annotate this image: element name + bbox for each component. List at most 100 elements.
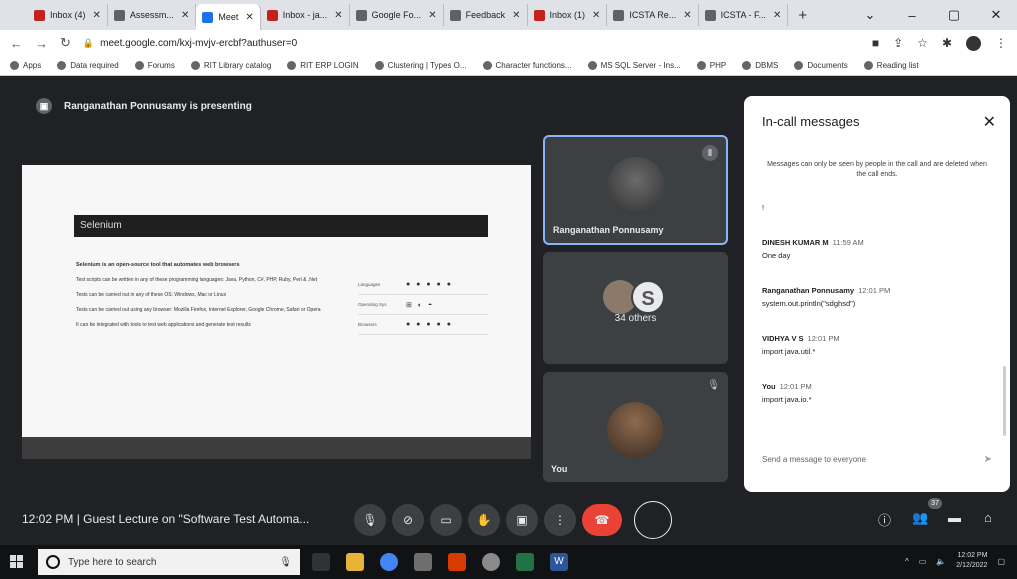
scrollbar[interactable] — [1003, 366, 1006, 436]
message-input[interactable]: Send a message to everyone ➤ — [762, 448, 992, 470]
camera-icon[interactable]: ■ — [872, 36, 879, 50]
chevron-up-icon[interactable]: ^ — [905, 557, 909, 566]
presenting-text: Ranganathan Ponnusamy is presenting — [64, 100, 252, 112]
browser-tab[interactable]: ICSTA - F... ✕ — [699, 4, 789, 26]
chat-icon[interactable]: ▬ — [948, 510, 961, 525]
participant-tile-others[interactable]: S 34 others — [543, 252, 728, 364]
message-text: system.out.println("sdghsd") — [762, 299, 856, 308]
bookmark-item[interactable]: Documents — [794, 61, 848, 70]
star-icon[interactable]: ☆ — [917, 36, 928, 50]
browser-tab[interactable]: Inbox (1) ✕ — [528, 4, 608, 26]
tab-label: Inbox - ja... — [282, 10, 328, 20]
tab-search-icon[interactable]: ⌄ — [849, 7, 891, 23]
close-icon[interactable]: ✕ — [983, 112, 996, 132]
participant-tile-presenter[interactable]: ⦀ Ranganathan Ponnusamy — [543, 135, 728, 245]
raise-hand-button[interactable]: ✋ — [468, 504, 500, 536]
browser-tab[interactable]: Inbox (4) ✕ — [28, 4, 108, 26]
bookmark-item[interactable]: Forums — [134, 61, 175, 70]
file-explorer-icon[interactable] — [346, 553, 364, 571]
share-icon[interactable]: ⇪ — [893, 36, 903, 50]
browser-tab[interactable]: Feedback ✕ — [444, 4, 528, 26]
app-icon[interactable] — [482, 553, 500, 571]
bookmark-item[interactable]: MS SQL Server - Ins... — [587, 61, 681, 70]
network-icon[interactable]: ▭ — [919, 557, 927, 566]
tab-list: Inbox (4) ✕ Assessm... ✕ Meet ✕ Inbox - ja... ✕… — [28, 0, 789, 30]
send-icon[interactable]: ➤ — [984, 454, 992, 465]
activities-icon[interactable]: ⌂ — [984, 510, 992, 525]
bookmark-item[interactable]: Apps — [10, 61, 41, 70]
leave-call-button[interactable]: ☎ — [582, 504, 622, 536]
close-tab-icon[interactable]: ✕ — [773, 10, 781, 21]
back-button[interactable]: ← — [10, 36, 23, 51]
close-tab-icon[interactable]: ✕ — [428, 10, 436, 21]
more-options-button[interactable]: ⋮ — [544, 504, 576, 536]
bookmark-item[interactable]: RIT Library catalog — [190, 61, 271, 70]
maximize-button[interactable]: ▢ — [933, 7, 975, 23]
mic-icon[interactable]: 🎙 — [279, 557, 292, 568]
menu-icon[interactable]: ⋮ — [995, 36, 1007, 50]
favicon-icon — [613, 9, 625, 21]
chrome-icon[interactable] — [380, 553, 398, 571]
clock[interactable]: 12:02 PM 2/12/2022 — [956, 551, 987, 571]
close-tab-icon[interactable]: ✕ — [181, 10, 189, 21]
chat-message: Ranganathan Ponnusamy 12:01 PM system.out.… — [762, 286, 992, 308]
bookmark-label: Apps — [23, 61, 42, 70]
close-tab-icon[interactable]: ✕ — [93, 10, 101, 21]
close-tab-icon[interactable]: ✕ — [245, 12, 253, 23]
windows-start-icon[interactable] — [10, 555, 23, 568]
browser-tab[interactable]: Google Fo... ✕ — [350, 4, 444, 26]
meeting-info: 12:02 PM | Guest Lecture on "Software Te… — [22, 512, 310, 526]
in-call-messages-panel: In-call messages ✕ Messages can only be … — [744, 96, 1010, 492]
slide-bullet: Tests can be carried out in any of these… — [76, 292, 227, 298]
meeting-details-icon[interactable]: ⓘ — [878, 510, 891, 529]
record-button[interactable] — [634, 501, 672, 539]
slide-bullet: Test scripts can be written in any of th… — [76, 277, 318, 283]
bookmark-item[interactable]: DBMS — [742, 61, 778, 70]
excel-icon[interactable] — [516, 553, 534, 571]
new-tab-button[interactable]: + — [788, 7, 817, 24]
message-sender: Ranganathan Ponnusamy — [762, 286, 855, 295]
minimize-button[interactable]: – — [891, 8, 933, 23]
bookmark-icon — [57, 61, 67, 70]
extensions-icon[interactable]: ✱ — [942, 36, 952, 50]
word-icon[interactable]: W — [550, 553, 568, 571]
bookmark-icon — [742, 61, 752, 70]
close-tab-icon[interactable]: ✕ — [592, 10, 600, 21]
volume-icon[interactable]: 🔈 — [936, 557, 946, 566]
store-icon[interactable] — [414, 553, 432, 571]
browser-tab[interactable]: ICSTA Re... ✕ — [607, 4, 699, 26]
table-cell: Operating Sys — [358, 302, 387, 307]
camera-button[interactable]: ⊘ — [392, 504, 424, 536]
bookmark-item[interactable]: Character functions... — [482, 61, 572, 70]
bookmark-item[interactable]: RIT ERP LOGIN — [287, 61, 359, 70]
close-tab-icon[interactable]: ✕ — [683, 10, 691, 21]
task-view-icon[interactable] — [312, 553, 330, 571]
browser-tab[interactable]: Inbox - ja... ✕ — [261, 4, 350, 26]
taskbar-search[interactable]: Type here to search 🎙 — [38, 549, 300, 575]
message-sender: VIDHYA V S — [762, 334, 804, 343]
notification-icon[interactable]: ▢ — [997, 557, 1005, 566]
mic-button[interactable]: 🎙 — [354, 504, 386, 536]
forward-button[interactable]: → — [35, 36, 48, 51]
browser-tab[interactable]: Assessm... ✕ — [108, 4, 197, 26]
app-icon[interactable] — [448, 553, 466, 571]
bookmark-item[interactable]: Clustering | Types O... — [374, 61, 467, 70]
bookmark-item[interactable]: PHP — [696, 61, 727, 70]
browser-tab[interactable]: Meet ✕ — [196, 4, 261, 30]
bookmark-item[interactable]: Reading list — [863, 61, 919, 70]
close-tab-icon[interactable]: ✕ — [334, 10, 342, 21]
participant-tile-self[interactable]: 🎙 You — [543, 372, 728, 482]
bookmark-item[interactable]: Data required — [57, 61, 119, 70]
present-button[interactable]: ▣ — [506, 504, 538, 536]
profile-avatar[interactable] — [966, 35, 981, 51]
bookmark-label: PHP — [709, 61, 727, 70]
tab-label: ICSTA Re... — [629, 10, 677, 20]
reload-button[interactable]: ↻ — [60, 35, 71, 51]
url-field[interactable]: 🔒 meet.google.com/kxj-mvjv-ercbf?authuse… — [83, 38, 297, 49]
slide-footer — [22, 437, 531, 459]
captions-button[interactable]: ▭ — [430, 504, 462, 536]
url-text: meet.google.com/kxj-mvjv-ercbf?authuser=… — [100, 37, 298, 49]
close-window-button[interactable]: ✕ — [975, 7, 1017, 23]
close-tab-icon[interactable]: ✕ — [512, 10, 520, 21]
people-icon[interactable]: 👥 — [912, 510, 928, 526]
